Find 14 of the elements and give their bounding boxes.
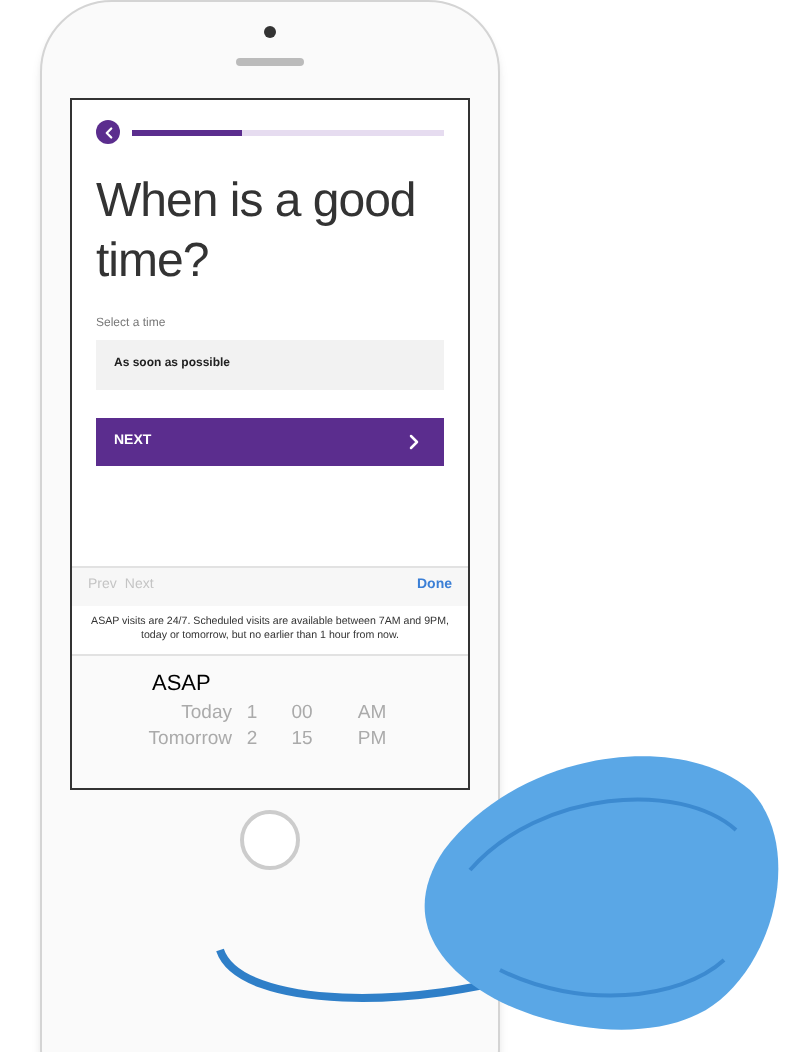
picker-minute: 15 xyxy=(289,726,315,754)
picker-minute: 00 xyxy=(289,700,315,728)
page-heading: When is a good time? xyxy=(94,172,418,292)
time-picker[interactable]: ASAP Today 1 00 AM Tomorrow 2 15 PM xyxy=(72,656,468,788)
picker-hour: 1 xyxy=(244,700,260,728)
picker-day: ASAP xyxy=(72,668,232,701)
picker-period: PM xyxy=(355,726,389,754)
picker-day: Today xyxy=(72,700,232,729)
picker-period: AM xyxy=(355,700,389,728)
speaker-icon xyxy=(236,58,304,66)
camera-icon xyxy=(264,26,276,38)
back-button[interactable] xyxy=(96,120,120,144)
picker-day: Tomorrow xyxy=(72,726,232,755)
picker-hour: 2 xyxy=(244,726,260,754)
